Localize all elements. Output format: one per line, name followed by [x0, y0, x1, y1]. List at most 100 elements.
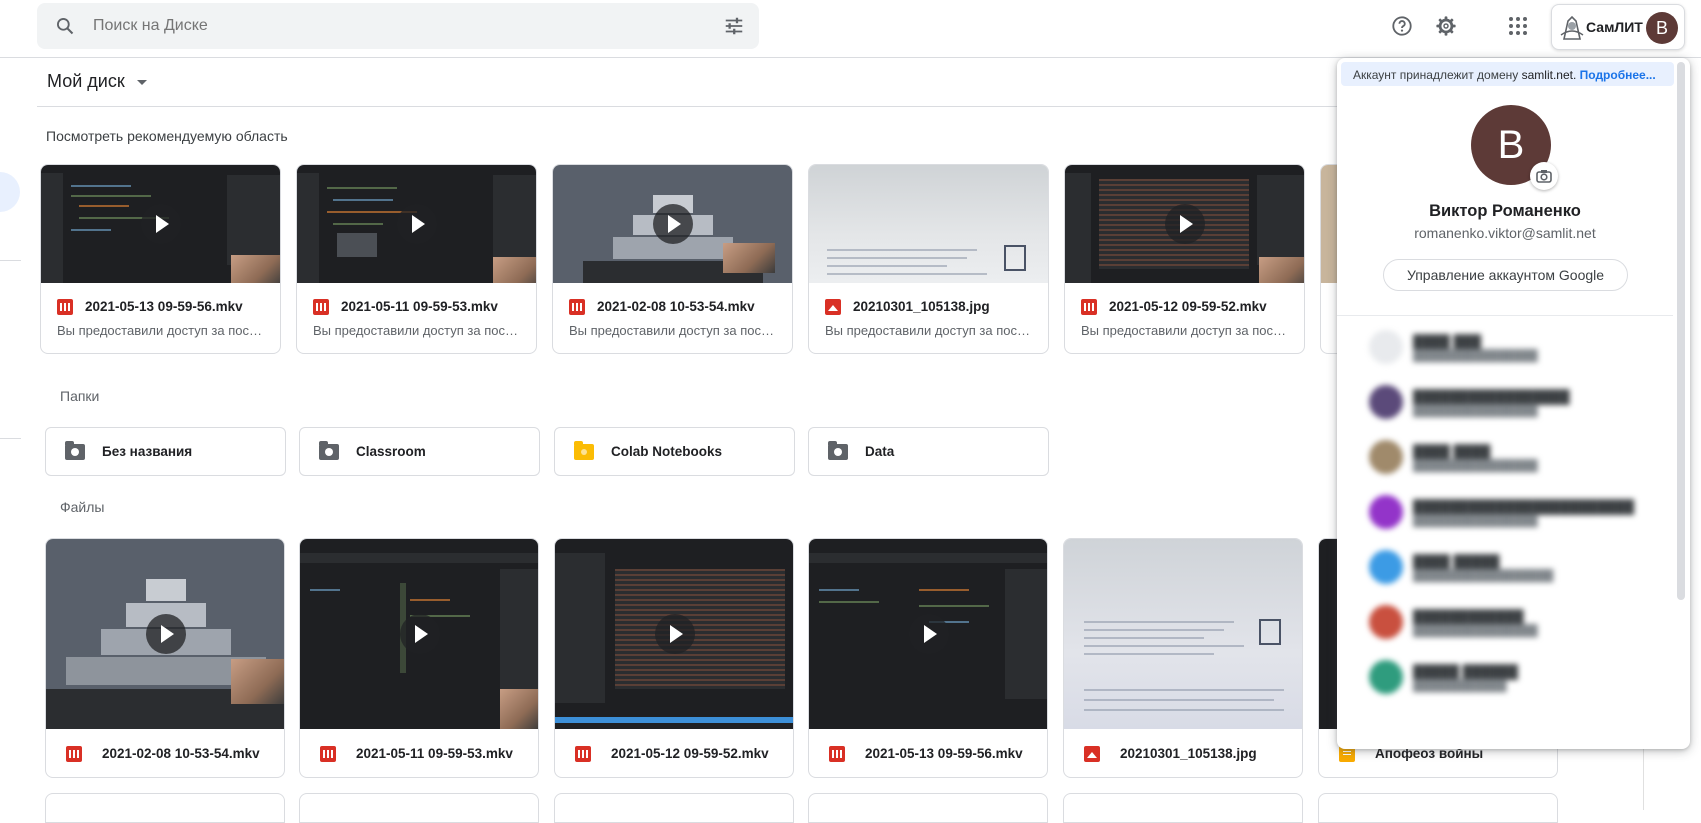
popup-divider: [1337, 315, 1673, 316]
file-name: 2021-05-12 09-59-52.mkv: [1109, 299, 1267, 314]
suggested-card[interactable]: 20210301_105138.jpg Вы предоставили дост…: [808, 164, 1049, 354]
file-card[interactable]: [1063, 793, 1303, 823]
other-account[interactable]: ████ █████ ██████████████████: [1369, 544, 1659, 588]
other-account[interactable]: ████ ████ ████████████████: [1369, 434, 1659, 478]
file-card[interactable]: 2021-02-08 10-53-54.mkv: [45, 538, 285, 778]
other-account[interactable]: █████ ██████ ████████████: [1369, 654, 1659, 698]
file-card[interactable]: 20210301_105138.jpg: [1063, 538, 1303, 778]
apps-grid-icon: [1509, 17, 1527, 35]
image-file-icon: [1084, 746, 1100, 762]
top-bar: СамЛИТ В: [0, 0, 1701, 58]
video-file-icon: [66, 746, 82, 762]
file-card[interactable]: 2021-05-13 09-59-56.mkv: [808, 538, 1048, 778]
file-card[interactable]: [45, 793, 285, 823]
shared-folder-icon: [828, 441, 848, 460]
samlit-logo-icon: [1560, 15, 1584, 40]
change-photo-button[interactable]: [1530, 162, 1558, 190]
account-button[interactable]: СамЛИТ В: [1551, 4, 1685, 50]
play-icon: [1165, 204, 1205, 244]
help-button[interactable]: [1382, 6, 1422, 46]
header-divider: [37, 106, 1337, 107]
chevron-down-icon[interactable]: [137, 80, 147, 85]
suggested-section-label: Посмотреть рекомендуемую область: [46, 128, 288, 144]
folder-name: Без названия: [102, 444, 193, 459]
apps-button[interactable]: [1498, 6, 1538, 46]
video-file-icon: [1081, 299, 1097, 315]
video-file-icon: [313, 299, 329, 315]
page-title[interactable]: Мой диск: [47, 71, 125, 92]
file-name: 20210301_105138.jpg: [1120, 746, 1257, 761]
manage-account-button[interactable]: Управление аккаунтом Google: [1383, 259, 1628, 291]
folder-name: Colab Notebooks: [611, 444, 723, 459]
video-thumbnail: [41, 165, 280, 283]
nav-divider: [0, 438, 21, 439]
profile-email: romanenko.viktor@samlit.net: [1414, 225, 1596, 241]
image-thumbnail: [1064, 539, 1302, 729]
file-subtitle: Вы предоставили доступ за после…: [1081, 323, 1291, 338]
search-bar[interactable]: [37, 3, 759, 49]
file-subtitle: Вы предоставили доступ за после…: [825, 323, 1035, 338]
folder-name: Data: [865, 444, 895, 459]
help-icon: [1392, 16, 1412, 36]
folder-item[interactable]: Без названия: [45, 427, 286, 476]
other-account[interactable]: ████████████████████████ ████████████████: [1369, 489, 1659, 533]
file-name: 2021-05-11 09-59-53.mkv: [341, 299, 498, 314]
other-account[interactable]: ████████████ ████████████████: [1369, 599, 1659, 643]
folder-item[interactable]: Classroom: [299, 427, 540, 476]
file-subtitle: Вы предоставили доступ за после…: [569, 323, 779, 338]
learn-more-link[interactable]: Подробнее...: [1580, 68, 1656, 82]
folder-icon: [574, 441, 594, 460]
domain-name: samlit.net.: [1521, 68, 1577, 82]
play-icon: [400, 614, 440, 654]
domain-prefix: Аккаунт принадлежит домену: [1353, 68, 1522, 82]
folder-item[interactable]: Colab Notebooks: [554, 427, 795, 476]
file-card[interactable]: [299, 793, 539, 823]
video-file-icon: [57, 299, 73, 315]
search-input[interactable]: [93, 3, 693, 49]
video-thumbnail: [809, 539, 1047, 729]
file-card[interactable]: 2021-05-12 09-59-52.mkv: [554, 538, 794, 778]
settings-button[interactable]: [1426, 6, 1466, 46]
search-icon[interactable]: [55, 16, 75, 36]
play-icon: [146, 614, 186, 654]
folder-name: Classroom: [356, 444, 426, 459]
file-card[interactable]: [1318, 793, 1558, 823]
video-thumbnail: [297, 165, 536, 283]
folder-item[interactable]: Data: [808, 427, 1049, 476]
other-account[interactable]: ████ ███ ████████████████: [1369, 324, 1659, 368]
video-file-icon: [569, 299, 585, 315]
file-card[interactable]: [808, 793, 1048, 823]
file-subtitle: Вы предоставили доступ за после…: [313, 323, 523, 338]
file-name: 2021-05-11 09-59-53.mkv: [356, 746, 513, 761]
avatar: В: [1646, 12, 1678, 44]
video-thumbnail: [300, 539, 538, 729]
other-account[interactable]: █████████████████ ████████████████: [1369, 379, 1659, 423]
suggested-card[interactable]: 2021-05-12 09-59-52.mkv Вы предоставили …: [1064, 164, 1305, 354]
file-card[interactable]: [554, 793, 794, 823]
image-file-icon: [825, 299, 841, 315]
file-card[interactable]: 2021-05-11 09-59-53.mkv: [299, 538, 539, 778]
video-file-icon: [575, 746, 591, 762]
play-icon: [141, 204, 181, 244]
video-thumbnail: [553, 165, 792, 283]
suggested-card[interactable]: 2021-05-11 09-59-53.mkv Вы предоставили …: [296, 164, 537, 354]
suggested-card[interactable]: 2021-05-13 09-59-56.mkv Вы предоставили …: [40, 164, 281, 354]
play-icon: [655, 614, 695, 654]
suggested-card[interactable]: 2021-02-08 10-53-54.mkv Вы предоставили …: [552, 164, 793, 354]
nav-divider: [0, 260, 21, 261]
file-name: 2021-05-13 09-59-56.mkv: [85, 299, 243, 314]
files-section-label: Файлы: [60, 499, 105, 515]
video-file-icon: [320, 746, 336, 762]
video-file-icon: [829, 746, 845, 762]
account-popup: Аккаунт принадлежит домену samlit.net. П…: [1337, 58, 1690, 749]
brand-name: СамЛИТ: [1586, 19, 1643, 35]
video-thumbnail: [1065, 165, 1304, 283]
play-icon: [397, 204, 437, 244]
profile-name: Виктор Романенко: [1429, 202, 1581, 220]
file-subtitle: Вы предоставили доступ за после…: [57, 323, 267, 338]
gear-icon: [1436, 16, 1456, 36]
nav-item-active[interactable]: [0, 172, 20, 212]
popup-scrollbar[interactable]: [1677, 62, 1685, 600]
search-options-icon[interactable]: [723, 15, 745, 37]
video-thumbnail: [555, 539, 793, 729]
